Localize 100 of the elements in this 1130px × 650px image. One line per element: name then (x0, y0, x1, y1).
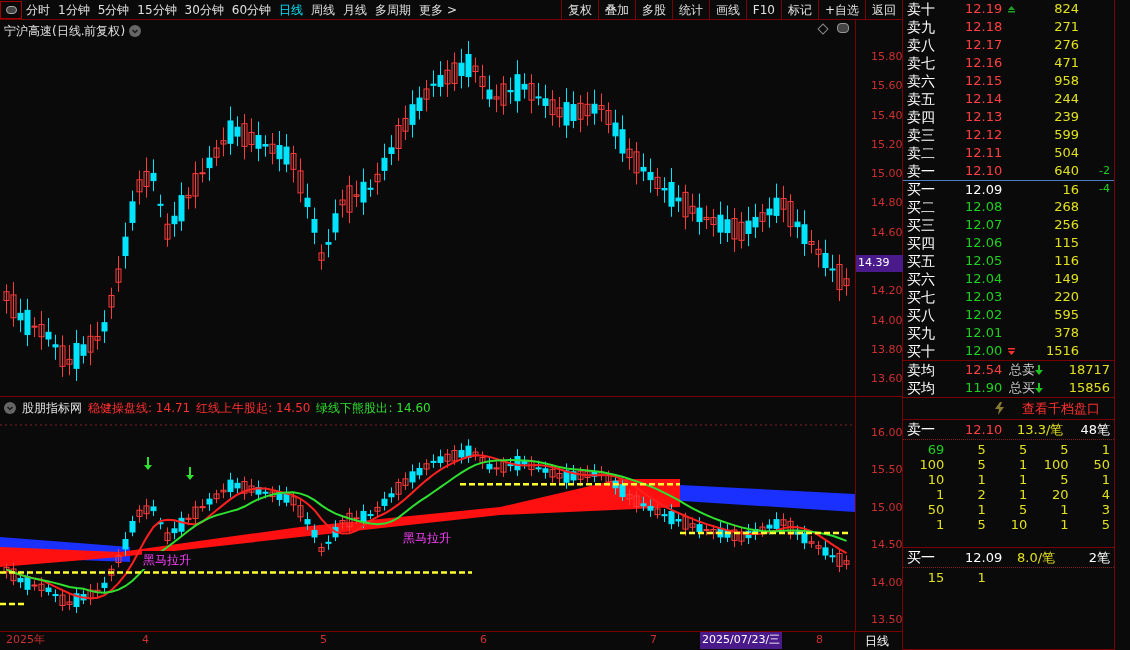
price-value: 12.16 (965, 54, 1004, 73)
price-tick: 15.60 (871, 78, 903, 95)
average-price: 12.54 (965, 361, 1004, 380)
period-tab[interactable]: 分时 (22, 0, 54, 19)
price-tick: 15.40 (871, 107, 903, 124)
volume-value: 256 (1053, 216, 1079, 235)
period-tab[interactable]: 15分钟 (133, 0, 181, 19)
order-size: 1 (1100, 441, 1110, 459)
toolbar-button[interactable]: F10 (745, 0, 781, 19)
volume-value: 16 (1061, 180, 1079, 199)
price-tick: 13.60 (871, 371, 903, 388)
layout-toggle-icon[interactable] (0, 0, 22, 19)
date-label: 8 (815, 632, 824, 648)
order-size: 1 (1100, 471, 1110, 489)
order-size: 20 (1051, 486, 1069, 504)
total-label: 总卖 (1009, 361, 1035, 380)
indicator-tick: 14.50 (871, 537, 903, 554)
period-tab[interactable]: 1分钟 (54, 0, 94, 19)
price-tick: 14.60 (871, 224, 903, 241)
period-tab[interactable]: 日线 (275, 0, 308, 19)
price-value: 12.02 (965, 306, 1004, 325)
order-size: 4 (1100, 486, 1110, 504)
level-label: 卖四 (906, 107, 936, 127)
order-size: 5 (976, 516, 986, 534)
volume-value: 595 (1053, 306, 1079, 325)
level-label: 买五 (906, 251, 936, 271)
order-size: 1 (1059, 501, 1069, 519)
signal-label: 黑马拉升 (142, 551, 192, 569)
price-value: 12.18 (965, 18, 1004, 37)
volume-value: 220 (1053, 288, 1079, 307)
lightning-icon (995, 402, 1004, 415)
queue-price: 12.09 (965, 548, 1004, 567)
volume-value: 504 (1053, 144, 1079, 163)
chevron-down-icon[interactable] (129, 25, 142, 37)
order-size: 1 (935, 516, 945, 534)
order-size: 5 (1059, 441, 1069, 459)
level-label: 买八 (906, 305, 936, 325)
panel-toggle-icon[interactable] (837, 23, 849, 33)
price-value: 12.11 (965, 144, 1004, 163)
queue-label: 卖一 (906, 420, 936, 439)
order-size: 5 (976, 441, 986, 459)
period-tab[interactable]: 周线 (307, 0, 340, 19)
toolbar-button[interactable]: 多股 (634, 0, 672, 19)
order-size: 1 (1017, 486, 1028, 504)
toolbar-button[interactable]: 标记 (780, 0, 818, 19)
period-tab[interactable]: 60分钟 (227, 0, 276, 19)
period-tab[interactable]: 5分钟 (93, 0, 134, 19)
toolbar-button[interactable]: 返回 (865, 0, 902, 19)
period-tab[interactable]: 更多 > (415, 0, 461, 19)
average-price: 11.90 (965, 379, 1004, 398)
price-value: 12.08 (965, 198, 1004, 217)
toolbar-button[interactable]: 统计 (671, 0, 709, 19)
level-label: 卖二 (906, 143, 936, 163)
volume-value: 149 (1053, 270, 1079, 289)
price-tick: 15.00 (871, 166, 903, 183)
toolbar-button[interactable]: 叠加 (597, 0, 635, 19)
average-per-order: 8.0/笔 (1017, 548, 1057, 567)
volume-value: 239 (1053, 108, 1079, 127)
volume-value: 471 (1053, 54, 1079, 73)
volume-value: 378 (1053, 324, 1079, 343)
level-label: 买二 (906, 197, 936, 217)
indicator-tick: 15.00 (871, 499, 903, 516)
price-value: 12.09 (965, 180, 1004, 199)
total-label: 总买 (1009, 379, 1035, 398)
up-arrow-icon (1007, 5, 1015, 13)
chevron-down-icon[interactable] (4, 402, 16, 414)
order-size: 1 (976, 501, 986, 519)
order-size: 50 (926, 501, 945, 519)
order-size: 100 (1042, 456, 1069, 474)
average-per-order: 13.3/笔 (1017, 420, 1065, 439)
level-label: 买十 (906, 341, 936, 361)
down-arrow-icon (144, 456, 152, 470)
order-size: 1 (935, 486, 945, 504)
order-size: 5 (976, 456, 986, 474)
period-tab[interactable]: 月线 (339, 0, 372, 19)
view-depth-link[interactable]: 查看千档盘口 (1022, 398, 1100, 419)
order-size: 5 (1100, 516, 1110, 534)
toolbar-button[interactable]: 复权 (560, 0, 598, 19)
level-label: 卖九 (906, 17, 936, 37)
level-label: 卖七 (906, 53, 936, 73)
volume-value: 640 (1053, 162, 1079, 181)
volume-value: 115 (1053, 234, 1079, 253)
toolbar-button[interactable]: +自选 (817, 0, 865, 19)
price-value: 12.13 (965, 108, 1004, 127)
order-size: 5 (1017, 441, 1028, 459)
price-value: 12.14 (965, 90, 1004, 109)
volume-value: 958 (1053, 72, 1079, 91)
period-tab[interactable]: 多周期 (371, 0, 416, 19)
volume-value: 276 (1053, 36, 1079, 55)
order-size: 3 (1100, 501, 1110, 519)
volume-value: 1516 (1044, 342, 1079, 361)
date-label: 4 (141, 632, 150, 648)
period-label: 日线 (864, 633, 889, 650)
chart-title: 宁沪高速(日线.前复权) (4, 23, 126, 40)
indicator-name: 股朋指标网 (22, 400, 82, 417)
order-size: 2 (976, 486, 986, 504)
period-tab[interactable]: 30分钟 (180, 0, 228, 19)
date-label: 7 (649, 632, 658, 648)
toolbar-button[interactable]: 画线 (708, 0, 746, 19)
price-value: 12.05 (965, 252, 1004, 271)
